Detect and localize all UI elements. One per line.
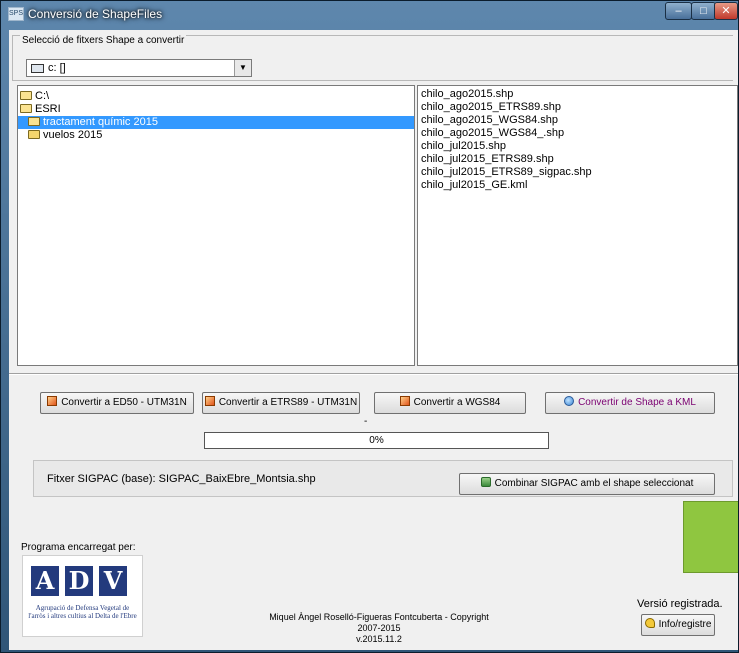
tree-item-label: C:\ — [35, 90, 50, 102]
logo-letter: D — [65, 566, 93, 596]
window-title: Conversió de ShapeFiles — [28, 7, 163, 21]
tree-item[interactable]: ESRI — [18, 103, 414, 116]
app-window: SPS Conversió de ShapeFiles – □ ✕ Selecc… — [0, 0, 739, 653]
convert-ed50-button[interactable]: Convertir a ED50 - UTM31N — [40, 392, 194, 414]
logo-letter: A — [31, 566, 59, 596]
convert-icon — [47, 396, 58, 406]
tree-item-label: vuelos 2015 — [43, 129, 103, 141]
group-label: Selecció de fitxers Shape a convertir — [20, 35, 187, 46]
chevron-down-icon[interactable]: ▼ — [234, 60, 251, 76]
close-button[interactable]: ✕ — [714, 2, 738, 20]
file-item[interactable]: chilo_jul2015_GE.kml — [421, 179, 527, 192]
tree-item-label: ESRI — [35, 103, 61, 115]
minimize-button[interactable]: – — [665, 2, 692, 20]
file-item[interactable]: chilo_jul2015_ETRS89.shp — [421, 153, 554, 166]
progress-bar: 0% — [204, 432, 549, 449]
globe-icon — [564, 396, 575, 406]
title-bar[interactable]: SPS Conversió de ShapeFiles – □ ✕ — [1, 1, 738, 27]
file-item[interactable]: chilo_ago2015.shp — [421, 88, 513, 101]
copyright-text: Miquel Àngel Roselló-Figueras Fontcubert… — [269, 612, 489, 633]
maximize-button[interactable]: □ — [691, 2, 716, 20]
folder-open-icon — [20, 91, 32, 100]
drive-value: c: [] — [48, 62, 66, 74]
file-item[interactable]: chilo_ago2015_ETRS89.shp — [421, 101, 561, 114]
client-area: Selecció de fitxers Shape a convertir c:… — [9, 30, 738, 650]
sigpac-file-label: Fitxer SIGPAC (base): SIGPAC_BaixEbre_Mo… — [47, 473, 316, 485]
convert-wgs84-label: Convertir a WGS84 — [413, 397, 501, 408]
users-icon — [480, 477, 491, 487]
registered-label: Versió registrada. — [637, 598, 723, 610]
progress-label: 0% — [369, 435, 384, 446]
convert-wgs84-button[interactable]: Convertir a WGS84 — [374, 392, 526, 414]
file-list[interactable]: chilo_ago2015.shp chilo_ago2015_ETRS89.sh… — [417, 85, 738, 366]
file-item[interactable]: chilo_jul2015.shp — [421, 140, 506, 153]
convert-icon — [204, 396, 215, 406]
combine-sigpac-button[interactable]: Combinar SIGPAC amb el shape seleccionat — [459, 473, 715, 495]
credits: Miquel Àngel Roselló-Figueras Fontcubert… — [261, 612, 497, 645]
drive-icon — [31, 64, 44, 73]
info-register-button[interactable]: Info/registre — [641, 614, 715, 636]
folder-icon — [28, 130, 40, 139]
combine-sigpac-label: Combinar SIGPAC amb el shape seleccionat — [494, 478, 694, 489]
drive-select[interactable]: c: [] ▼ — [26, 59, 252, 77]
app-icon: SPS — [8, 7, 24, 21]
file-item[interactable]: chilo_ago2015_WGS84.shp — [421, 114, 558, 127]
tree-item[interactable]: vuelos 2015 — [18, 129, 414, 142]
logo-caption: Agrupació de Defensa Vegetal de l'arròs … — [28, 604, 137, 620]
convert-etrs89-button[interactable]: Convertir a ETRS89 - UTM31N — [202, 392, 360, 414]
shape-selection-group: Selecció de fitxers Shape a convertir c:… — [12, 35, 733, 81]
folder-open-icon — [20, 104, 32, 113]
file-item[interactable]: chilo_jul2015_ETRS89_sigpac.shp — [421, 166, 592, 179]
convert-kml-label: Convertir de Shape a KML — [578, 397, 696, 408]
adv-logo: A D V Agrupació de Defensa Vegetal de l'… — [22, 555, 143, 637]
green-decoration — [683, 501, 738, 573]
progress-status: - — [364, 416, 368, 427]
program-label: Programa encarregat per: — [21, 542, 136, 553]
folder-open-icon — [28, 117, 40, 126]
tree-item[interactable]: tractament químic 2015 — [18, 116, 414, 129]
tree-item[interactable]: C:\ — [18, 90, 414, 103]
convert-icon — [399, 396, 410, 406]
file-item[interactable]: chilo_ago2015_WGS84_.shp — [421, 127, 564, 140]
info-register-label: Info/registre — [658, 619, 712, 630]
convert-etrs89-label: Convertir a ETRS89 - UTM31N — [218, 397, 358, 408]
divider — [9, 373, 738, 375]
logo-letter: V — [99, 566, 127, 596]
convert-ed50-label: Convertir a ED50 - UTM31N — [61, 397, 187, 408]
convert-kml-button[interactable]: Convertir de Shape a KML — [545, 392, 715, 414]
tree-item-label: tractament químic 2015 — [43, 116, 158, 128]
version-text: v.2015.11.2 — [356, 634, 402, 644]
folder-tree[interactable]: C:\ ESRI tractament químic 2015 vuelos 2015 — [17, 85, 415, 366]
key-icon — [644, 618, 655, 628]
